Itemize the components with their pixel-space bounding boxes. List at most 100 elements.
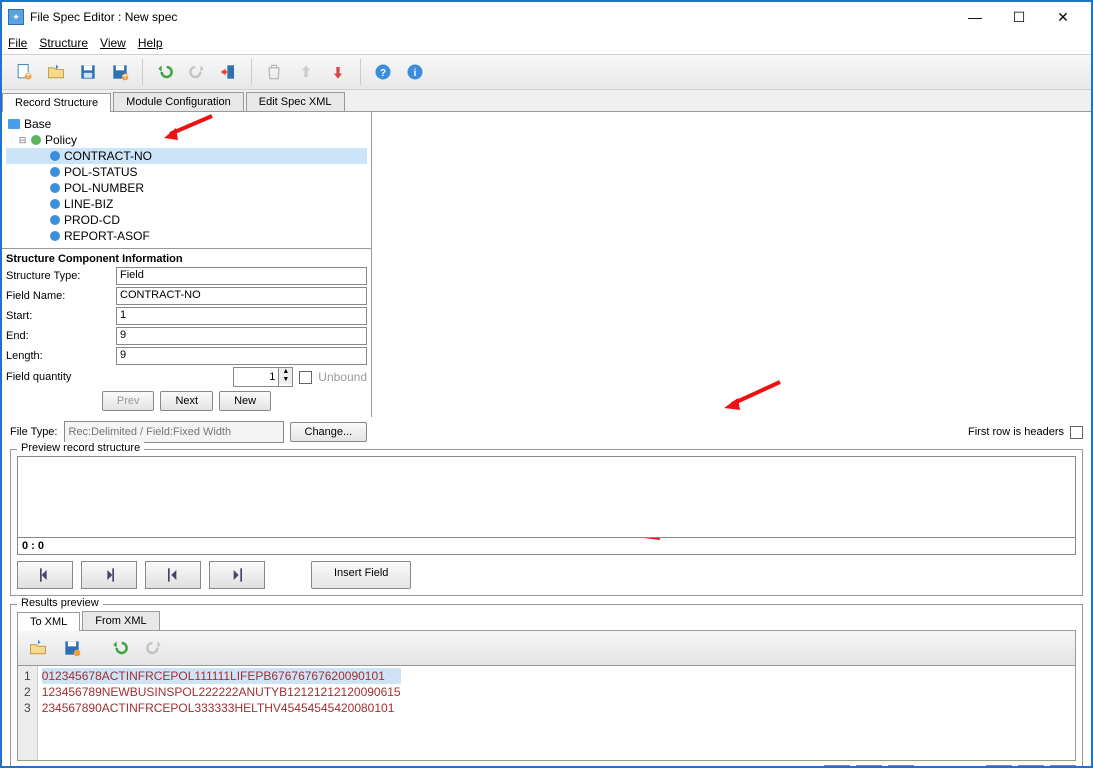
minimize-button[interactable]: — (953, 3, 997, 31)
maximize-button[interactable]: ☐ (997, 3, 1041, 31)
structure-tree[interactable]: Base ⊟ Policy CONTRACT-NO POL-STATUS POL-… (2, 112, 371, 248)
spinner-down-icon[interactable]: ▼ (279, 376, 292, 384)
tree-field[interactable]: LINE-BIZ (6, 196, 367, 212)
menu-view[interactable]: View (100, 36, 126, 50)
field-icon (50, 167, 60, 177)
field-icon (50, 183, 60, 193)
open-sample-icon[interactable] (24, 634, 52, 662)
first-row-label: First row is headers (968, 426, 1064, 438)
qty-spinner[interactable]: ▲▼ (233, 367, 293, 387)
results-toolbar (17, 630, 1076, 665)
open-file-icon[interactable] (42, 58, 70, 86)
help-icon[interactable]: ? (369, 58, 397, 86)
tree-label: POL-NUMBER (64, 181, 144, 195)
results-legend: Results preview (17, 597, 103, 609)
tab-module-config[interactable]: Module Configuration (113, 92, 244, 111)
copy-icon[interactable] (856, 765, 882, 766)
length-value[interactable]: 9 (116, 347, 367, 365)
new-file-icon[interactable]: + (10, 58, 38, 86)
code-line[interactable]: 234567890ACTINFRCEPOL333333HELTHV4545454… (42, 700, 401, 716)
name-value[interactable]: CONTRACT-NO (116, 287, 367, 305)
folder-icon (8, 119, 20, 129)
move-up-result-icon[interactable] (1018, 765, 1044, 766)
filetype-label: File Type: (10, 426, 58, 438)
qty-input[interactable] (234, 368, 278, 386)
exit-icon[interactable] (215, 58, 243, 86)
save-as-icon[interactable]: + (106, 58, 134, 86)
validate-icon[interactable] (824, 765, 850, 766)
save-sample-icon[interactable] (58, 634, 86, 662)
next-button[interactable]: Next (160, 391, 213, 411)
main-toolbar: + + ? i (2, 54, 1091, 90)
tree-field[interactable]: PROD-CD (6, 212, 367, 228)
collapse-icon[interactable]: ⊟ (18, 135, 27, 146)
svg-text:?: ? (380, 68, 386, 79)
delete-icon[interactable] (260, 58, 288, 86)
svg-text:i: i (414, 68, 417, 79)
tree-label: LINE-BIZ (64, 197, 113, 211)
save-icon[interactable] (74, 58, 102, 86)
move-down-result-icon[interactable] (986, 765, 1012, 766)
tree-policy[interactable]: ⊟ Policy (6, 132, 367, 148)
end-value[interactable]: 9 (116, 327, 367, 345)
window-title: File Spec Editor : New spec (30, 10, 953, 24)
filetype-input (64, 421, 284, 443)
tab-from-xml[interactable]: From XML (82, 611, 159, 630)
field-icon (50, 231, 60, 241)
name-label: Field Name: (6, 290, 116, 302)
tree-label: PROD-CD (64, 213, 120, 227)
close-button[interactable]: ✕ (1041, 3, 1085, 31)
preview-box (17, 456, 1076, 538)
preview-group: Preview record structure 0 : 0 Insert Fi… (10, 449, 1083, 596)
undo-sample-icon[interactable] (106, 634, 134, 662)
type-value: Field (116, 267, 367, 285)
prev-button[interactable]: Prev (102, 391, 155, 411)
next-record-button[interactable] (81, 561, 137, 589)
tree-field[interactable]: CONTRACT-NO (6, 148, 367, 164)
unbound-checkbox[interactable] (299, 371, 312, 384)
tree-field[interactable]: POL-STATUS (6, 164, 367, 180)
record-icon (31, 135, 41, 145)
tree-root[interactable]: Base (6, 116, 367, 132)
spinner-up-icon[interactable]: ▲ (279, 368, 292, 376)
tree-label: REPORT-ASOF (64, 229, 150, 243)
structure-component-info: Structure Component Information Structur… (2, 248, 371, 417)
undo-icon[interactable] (151, 58, 179, 86)
field-icon (50, 151, 60, 161)
move-down-icon[interactable] (324, 58, 352, 86)
blank-button[interactable] (1050, 765, 1076, 766)
tree-label: Policy (45, 133, 77, 147)
tree-field[interactable]: POL-NUMBER (6, 180, 367, 196)
change-button[interactable]: Change... (290, 422, 368, 442)
field-icon (50, 199, 60, 209)
tab-edit-spec-xml[interactable]: Edit Spec XML (246, 92, 345, 111)
redo-sample-icon[interactable] (140, 634, 168, 662)
next-field-button[interactable] (209, 561, 265, 589)
insert-field-button[interactable]: Insert Field (311, 561, 411, 589)
menu-structure[interactable]: Structure (39, 36, 88, 50)
first-row-checkbox[interactable] (1070, 426, 1083, 439)
menu-help[interactable]: Help (138, 36, 163, 50)
field-icon (50, 215, 60, 225)
new-button[interactable]: New (219, 391, 271, 411)
start-value[interactable]: 1 (116, 307, 367, 325)
tab-to-xml[interactable]: To XML (17, 612, 80, 631)
move-up-icon[interactable] (292, 58, 320, 86)
app-icon: ✦ (8, 9, 24, 25)
length-label: Length: (6, 350, 116, 362)
list-icon[interactable] (888, 765, 914, 766)
tab-record-structure[interactable]: Record Structure (2, 93, 111, 112)
info-icon[interactable]: i (401, 58, 429, 86)
sci-title: Structure Component Information (6, 251, 367, 267)
tree-field[interactable]: REPORT-ASOF (6, 228, 367, 244)
prev-record-button[interactable] (17, 561, 73, 589)
code-line[interactable]: 012345678ACTINFRCEPOL111111LIFEPB6767676… (42, 668, 401, 684)
menu-file[interactable]: File (8, 36, 27, 50)
prev-field-button[interactable] (145, 561, 201, 589)
code-line[interactable]: 123456789NEWBUSINSPOL222222ANUTYB1212121… (42, 684, 401, 700)
svg-text:+: + (122, 72, 128, 83)
left-pane: Base ⊟ Policy CONTRACT-NO POL-STATUS POL-… (2, 112, 372, 417)
redo-icon[interactable] (183, 58, 211, 86)
type-label: Structure Type: (6, 270, 116, 282)
sample-editor[interactable]: 123 012345678ACTINFRCEPOL111111LIFEPB676… (17, 665, 1076, 761)
